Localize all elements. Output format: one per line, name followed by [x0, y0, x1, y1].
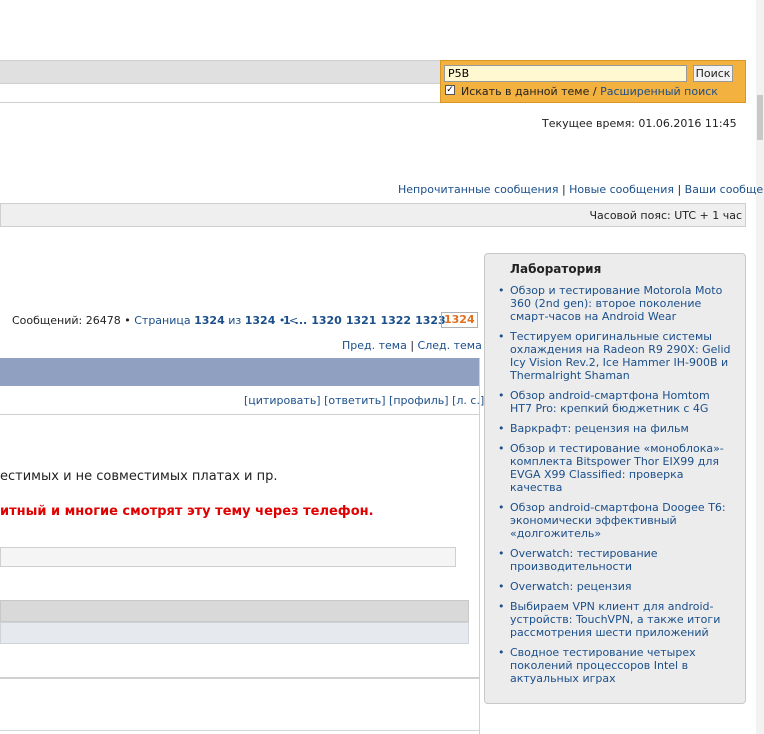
search-in-topic-label[interactable]: Искать в данной теме	[461, 85, 589, 98]
next-topic-link[interactable]: След. тема	[418, 339, 482, 352]
search-panel: Поиск ✓ Искать в данной теме / Расширенн…	[440, 60, 746, 103]
message-count: Сообщений: 26478 •	[12, 314, 131, 327]
new-messages-link[interactable]: Новые сообщения	[569, 183, 674, 196]
profile-button[interactable]: [профиль]	[389, 394, 449, 407]
of-word: из	[228, 314, 242, 327]
pagination-summary: Сообщений: 26478 • Страница 1324 из 1324…	[12, 314, 298, 327]
post-footer-bar	[0, 600, 469, 622]
topic-nav: Пред. тема | След. тема	[342, 339, 482, 352]
active-page: 1324	[441, 312, 478, 328]
sidebar-item[interactable]: Обзор android-смартфона Doogee T6: эконо…	[495, 501, 733, 540]
page-link[interactable]: 1320	[311, 314, 342, 327]
sidebar-item[interactable]: Обзор android-смартфона Homtom HT7 Pro: …	[495, 389, 733, 415]
post-warning-text: итный и многие смотрят эту тему через те…	[0, 504, 374, 519]
divider	[0, 102, 440, 103]
search-button[interactable]: Поиск	[693, 65, 733, 82]
signature-box	[0, 547, 456, 567]
page-ellipsis: ...	[294, 314, 308, 327]
quick-links: Непрочитанные сообщения | Новые сообщени…	[398, 183, 764, 196]
column-divider	[479, 358, 480, 734]
page-link[interactable]: 1321	[346, 314, 377, 327]
search-options: Искать в данной теме / Расширенный поиск	[461, 85, 718, 98]
search-in-topic-checkbox[interactable]: ✓	[445, 85, 455, 95]
your-messages-link[interactable]: Ваши сообщения	[685, 183, 764, 196]
advanced-search-link[interactable]: Расширенный поиск	[600, 85, 718, 98]
page-link[interactable]: 1	[283, 314, 291, 327]
search-input[interactable]	[444, 65, 687, 82]
post-text: естимых и не совместимых платах и пр.	[0, 469, 278, 484]
separator: |	[558, 183, 570, 196]
prev-topic-link[interactable]: Пред. тема	[342, 339, 407, 352]
quote-button[interactable]: [цитировать]	[244, 394, 321, 407]
sidebar-item[interactable]: Сводное тестирование четырех поколений п…	[495, 646, 733, 685]
sidebar-title: Лаборатория	[510, 262, 602, 276]
reply-button[interactable]: [ответить]	[324, 394, 385, 407]
page-word: Страница	[134, 314, 191, 327]
sidebar-item[interactable]: Обзор и тестирование «моноблока»-комплек…	[495, 442, 733, 494]
separator: /	[589, 85, 601, 98]
top-nav-bar	[0, 60, 440, 84]
post-header-bar	[0, 358, 479, 386]
current-time: Текущее время: 01.06.2016 11:45	[542, 117, 737, 130]
timezone-label: Часовой пояс: UTC + 1 час	[589, 209, 742, 222]
timezone-bar: Часовой пояс: UTC + 1 час	[0, 203, 746, 227]
sidebar-item[interactable]: Обзор и тестирование Motorola Moto 360 (…	[495, 284, 733, 323]
sidebar-item[interactable]: Overwatch: рецензия	[495, 580, 733, 593]
page-link[interactable]: 1322	[380, 314, 411, 327]
page-current: 1324	[194, 314, 225, 327]
lab-sidebar: Лаборатория Обзор и тестирование Motorol…	[484, 253, 746, 704]
divider	[0, 730, 479, 731]
page-links: 1... 1320 1321 1322 1323	[283, 314, 450, 327]
divider	[0, 414, 479, 415]
sidebar-item[interactable]: Overwatch: тестирование производительнос…	[495, 547, 733, 573]
sidebar-list: Обзор и тестирование Motorola Moto 360 (…	[495, 284, 733, 692]
post-footer-row	[0, 622, 469, 644]
scrollbar-thumb[interactable]	[757, 95, 763, 140]
separator: |	[406, 339, 418, 352]
page-total: 1324	[244, 314, 276, 327]
sidebar-item[interactable]: Выбираем VPN клиент для android-устройст…	[495, 600, 733, 639]
separator: |	[673, 183, 685, 196]
divider	[0, 677, 479, 679]
sidebar-item[interactable]: Тестируем оригинальные системы охлаждени…	[495, 330, 733, 382]
post-actions: [цитировать] [ответить] [профиль] [л. с.…	[244, 394, 495, 407]
unread-messages-link[interactable]: Непрочитанные сообщения	[398, 183, 558, 196]
sidebar-item[interactable]: Варкрафт: рецензия на фильм	[495, 422, 733, 435]
